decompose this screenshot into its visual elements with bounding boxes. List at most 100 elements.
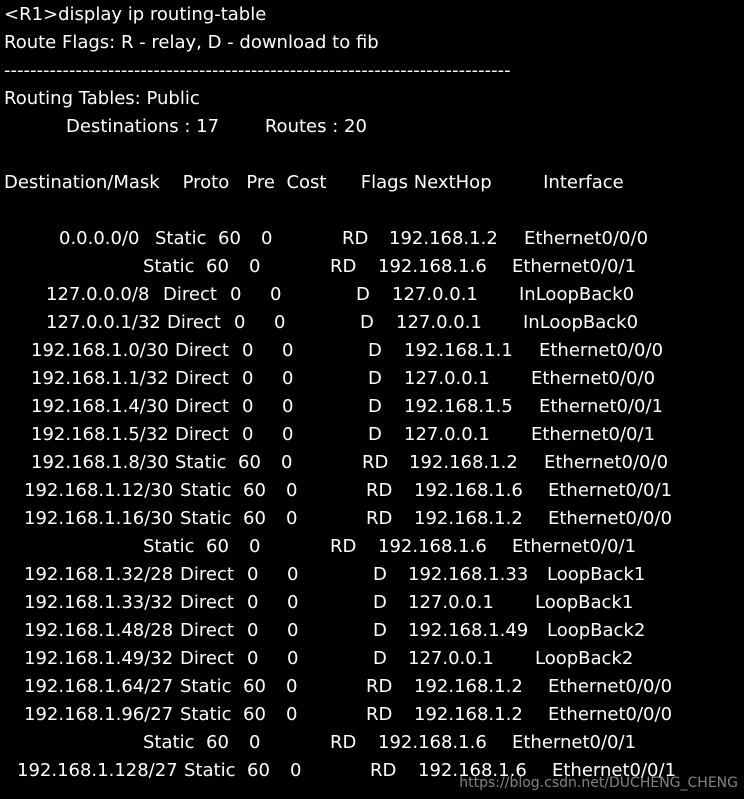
route-proto: Direct: [163, 284, 217, 305]
table-row: 192.168.1.5/32 Direct 0 0 D 127.0.0.1 Ethernet…: [0, 421, 744, 449]
route-flags: RD: [366, 704, 393, 725]
route-interface: Ethernet0/0/0: [524, 228, 649, 249]
table-row: Static 60 0 RD 192.168.1.6 Ethernet0/0/1: [0, 729, 744, 757]
table-row: 192.168.1.8/30 Static 60 0 RD 192.168.1.2 Ethe…: [0, 449, 744, 477]
route-proto: Static: [143, 256, 195, 277]
watermark-text: https://blog.csdn.net/DUCHENG_CHENG: [459, 775, 738, 791]
route-destination: 192.168.1.4/30: [31, 396, 169, 417]
route-nexthop: 127.0.0.1: [408, 648, 494, 669]
route-destination: 192.168.1.8/30: [31, 452, 169, 473]
route-destination: 127.0.0.0/8: [46, 284, 150, 305]
route-proto: Direct: [180, 648, 234, 669]
route-cost: 0: [249, 256, 261, 277]
route-flags: RD: [362, 452, 389, 473]
table-row: 127.0.0.1/32 Direct 0 0 D 127.0.0.1 InLoopBack…: [0, 309, 744, 337]
route-nexthop: 192.168.1.6: [378, 536, 487, 557]
table-row: 192.168.1.64/27 Static 60 0 RD 192.168.1.2 Eth…: [0, 673, 744, 701]
route-interface: Ethernet0/0/1: [539, 396, 664, 417]
route-preference: 0: [230, 284, 242, 305]
table-row: 127.0.0.0/8 Direct 0 0 D 127.0.0.1 InLoopBack0: [0, 281, 744, 309]
route-destination: 192.168.1.48/28: [24, 620, 174, 641]
route-flags: D: [356, 284, 370, 305]
route-preference: 60: [206, 732, 229, 753]
route-flags: RD: [330, 256, 357, 277]
route-nexthop: 192.168.1.6: [378, 256, 487, 277]
route-cost: 0: [249, 536, 261, 557]
route-proto: Direct: [180, 592, 234, 613]
route-nexthop: 127.0.0.1: [396, 312, 482, 333]
route-preference: 60: [206, 536, 229, 557]
route-cost: 0: [290, 760, 302, 781]
route-destination: 192.168.1.128/27: [17, 760, 178, 781]
route-cost: 0: [287, 592, 299, 613]
table-title: Routing Tables: Public: [4, 88, 200, 109]
route-interface: LoopBack1: [547, 564, 646, 585]
table-row: 192.168.1.49/32 Direct 0 0 D 127.0.0.1 LoopBac…: [0, 645, 744, 673]
route-flags: D: [368, 368, 382, 389]
route-destination: 192.168.1.49/32: [24, 648, 174, 669]
route-cost: 0: [286, 704, 298, 725]
route-destination: 192.168.1.32/28: [24, 564, 174, 585]
route-preference: 60: [238, 452, 261, 473]
route-flags: D: [373, 564, 387, 585]
route-cost: 0: [261, 228, 273, 249]
route-preference: 0: [247, 592, 259, 613]
route-proto: Direct: [180, 564, 234, 585]
table-header: Destination/Mask Proto Pre Cost Flags Ne…: [4, 172, 624, 193]
route-nexthop: 192.168.1.2: [409, 452, 518, 473]
route-interface: InLoopBack0: [523, 312, 639, 333]
route-interface: Ethernet0/0/0: [548, 676, 673, 697]
route-cost: 0: [286, 508, 298, 529]
table-row: 192.168.1.32/28 Direct 0 0 D 192.168.1.33 Loop…: [0, 561, 744, 589]
route-nexthop: 192.168.1.2: [414, 676, 523, 697]
route-nexthop: 192.168.1.1: [404, 340, 513, 361]
route-proto: Direct: [175, 340, 229, 361]
route-destination: 192.168.1.64/27: [24, 676, 174, 697]
table-row: 192.168.1.33/32 Direct 0 0 D 127.0.0.1 LoopBac…: [0, 589, 744, 617]
route-nexthop: 127.0.0.1: [404, 368, 490, 389]
route-destination: 192.168.1.33/32: [24, 592, 174, 613]
route-cost: 0: [287, 564, 299, 585]
route-preference: 0: [234, 312, 246, 333]
route-flags: RD: [366, 676, 393, 697]
route-interface: LoopBack2: [535, 648, 634, 669]
route-interface: InLoopBack0: [519, 284, 635, 305]
route-interface: Ethernet0/0/1: [531, 424, 656, 445]
route-interface: Ethernet0/0/0: [548, 508, 673, 529]
route-flags: D: [373, 620, 387, 641]
route-cost: 0: [287, 620, 299, 641]
route-cost: 0: [281, 452, 293, 473]
route-flags: RD: [330, 732, 357, 753]
route-interface: LoopBack2: [547, 620, 646, 641]
separator-line: ----------------------------------------…: [4, 60, 511, 81]
routing-table-body: 0.0.0.0/0 Static 60 0 RD 192.168.1.2 Ethernet0…: [0, 225, 744, 785]
route-proto: Static: [184, 760, 236, 781]
route-cost: 0: [282, 340, 294, 361]
route-nexthop: 127.0.0.1: [408, 592, 494, 613]
route-preference: 0: [242, 340, 254, 361]
route-proto: Static: [143, 536, 195, 557]
terminal-window[interactable]: <R1>display ip routing-table Route Flags…: [0, 0, 744, 799]
route-proto: Direct: [175, 368, 229, 389]
route-nexthop: 192.168.1.2: [414, 508, 523, 529]
route-destination: 192.168.1.5/32: [31, 424, 169, 445]
route-proto: Static: [143, 732, 195, 753]
table-row: 192.168.1.12/30 Static 60 0 RD 192.168.1.6 Eth…: [0, 477, 744, 505]
table-row: Static 60 0 RD 192.168.1.6 Ethernet0/0/1: [0, 253, 744, 281]
route-flags: RD: [342, 228, 369, 249]
route-nexthop: 127.0.0.1: [392, 284, 478, 305]
route-cost: 0: [274, 312, 286, 333]
table-row: 192.168.1.96/27 Static 60 0 RD 192.168.1.2 Eth…: [0, 701, 744, 729]
route-proto: Static: [180, 508, 232, 529]
table-row: 192.168.1.1/32 Direct 0 0 D 127.0.0.1 Ethernet…: [0, 365, 744, 393]
route-preference: 0: [242, 424, 254, 445]
route-preference: 60: [243, 508, 266, 529]
route-preference: 60: [243, 676, 266, 697]
route-preference: 0: [247, 648, 259, 669]
route-proto: Direct: [180, 620, 234, 641]
table-row: 0.0.0.0/0 Static 60 0 RD 192.168.1.2 Ethernet0…: [0, 225, 744, 253]
route-interface: Ethernet0/0/1: [512, 732, 637, 753]
route-proto: Direct: [175, 424, 229, 445]
route-preference: 60: [218, 228, 241, 249]
route-cost: 0: [270, 284, 282, 305]
